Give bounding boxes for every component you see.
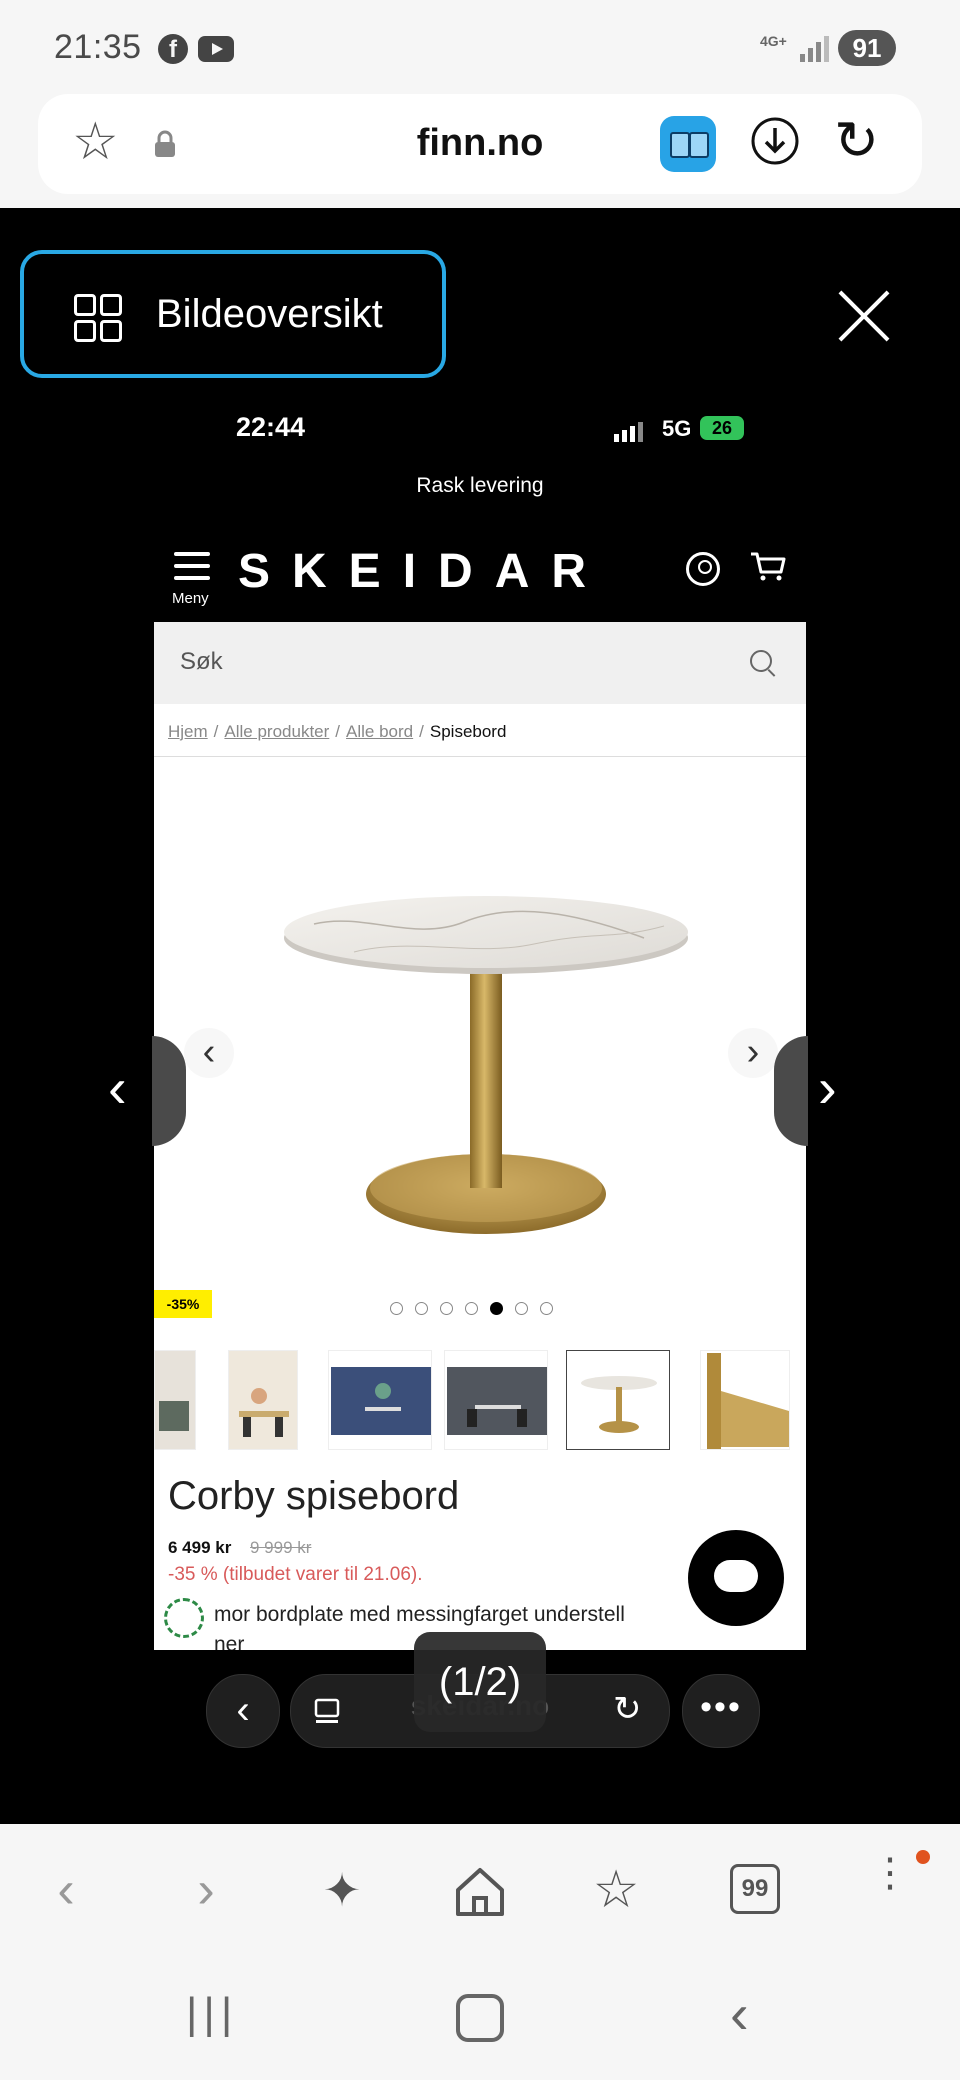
network-type: 4G+ [760,33,787,49]
carousel-dot[interactable] [465,1302,478,1315]
youtube-icon [198,36,234,62]
carousel-dots [390,1302,565,1322]
hamburger-menu-icon [174,552,210,582]
carousel-prev-icon[interactable]: ‹ [184,1028,234,1078]
eco-icon [164,1598,204,1638]
gallery-next-icon[interactable]: › [818,1060,837,1116]
close-icon[interactable] [834,286,894,346]
search-placeholder: Søk [180,648,223,675]
carousel-dot[interactable] [540,1302,553,1315]
home-icon[interactable] [452,1864,508,1920]
product-title: Corby spisebord [168,1474,460,1518]
divider [154,756,806,757]
discount-badge: -35% [154,1290,212,1318]
chat-bubble-icon [688,1530,784,1626]
status-time: 21:35 [54,28,142,66]
more-icon[interactable]: ⋮ [850,1853,930,1893]
breadcrumb-link: Alle produkter [224,722,330,741]
inner-status-time: 22:44 [236,412,306,442]
carousel-dot[interactable] [415,1302,428,1315]
carousel-dot[interactable] [390,1302,403,1315]
inner-back-button: ‹ [206,1674,280,1748]
system-navigation: ||| ‹ [0,1960,960,2080]
thumbnail[interactable] [328,1350,432,1450]
back-icon[interactable]: ‹ [26,1862,106,1918]
inner-more-button: ••• [682,1674,760,1748]
more-dots-icon: ••• [700,1688,742,1726]
facebook-icon: f [158,34,188,64]
shopping-cart-icon [751,552,786,581]
recent-apps-icon[interactable]: ||| [186,1986,238,2042]
carousel-dot[interactable] [515,1302,528,1315]
inner-network-type: 5G [662,416,692,441]
tabs-icon[interactable]: 99 [730,1864,780,1914]
product-price: 6 499 kr [168,1538,232,1557]
image-counter: (1/2) [414,1632,546,1732]
carousel-next-icon[interactable]: › [728,1028,778,1078]
offer-text: -35 % (tilbudet varer til 21.06). [168,1564,423,1585]
menu-label: Meny [172,590,209,607]
download-icon[interactable] [750,116,800,166]
breadcrumb: Hjem / Alle produkter / Alle bord / Spisebord [168,722,507,741]
skeidar-logo: SKEIDAR [238,545,609,598]
inner-signal-icon [614,420,643,442]
grid-icon [74,294,122,342]
gallery-prev-tab [152,1036,186,1146]
search-icon [750,650,772,672]
user-account-icon [686,552,720,586]
breadcrumb-current: Spisebord [429,722,507,741]
ai-sparkle-icon[interactable]: ✦ [302,1862,382,1918]
back-icon: ‹ [236,1688,250,1732]
product-old-price: 9 999 kr [250,1538,312,1557]
forward-icon[interactable]: › [166,1862,246,1918]
product-page: Søk Hjem / Alle produkter / Alle bord / Spiseb… [154,622,806,1650]
address-bar[interactable]: ☆ finn.no ↻ [38,94,922,194]
breadcrumb-link: Hjem [168,722,208,741]
image-overview-button[interactable]: Bildeoversikt [20,250,446,378]
thumbnail[interactable] [700,1350,790,1450]
thumbnail[interactable] [228,1350,298,1450]
bookmarks-icon[interactable]: ☆ [576,1862,656,1918]
browser-toolbar: ‹ › ✦ ☆ 99 ⋮ [0,1824,960,1960]
thumbnail[interactable] [444,1350,548,1450]
notification-dot [916,1850,930,1864]
signal-icon [800,32,830,62]
promo-banner: Rask levering [416,474,544,497]
site-search-bar: Søk [154,622,806,704]
inner-battery-indicator: 26 [700,416,744,440]
reader-mode-icon[interactable] [660,116,716,172]
gallery-next-tab [774,1036,808,1146]
address-bar-area: ☆ finn.no ↻ [0,94,960,208]
description-line: mor bordplate med messingfarget underste… [214,1603,625,1626]
home-nav-icon[interactable] [456,1994,504,2042]
breadcrumb-link: Alle bord [346,722,414,741]
product-image-table [284,896,688,1234]
status-bar: 21:35 f 4G+ 91 [0,0,960,94]
carousel-dot-active[interactable] [490,1302,503,1315]
thumbnail[interactable] [154,1350,196,1450]
image-overview-label: Bildeoversikt [156,292,383,336]
gallery-prev-icon[interactable]: ‹ [108,1060,127,1116]
battery-indicator: 91 [838,30,896,66]
back-nav-icon[interactable]: ‹ [730,1986,749,2042]
thumbnail-selected[interactable] [566,1350,670,1450]
carousel-dot[interactable] [440,1302,453,1315]
reload-icon[interactable]: ↻ [834,114,879,168]
